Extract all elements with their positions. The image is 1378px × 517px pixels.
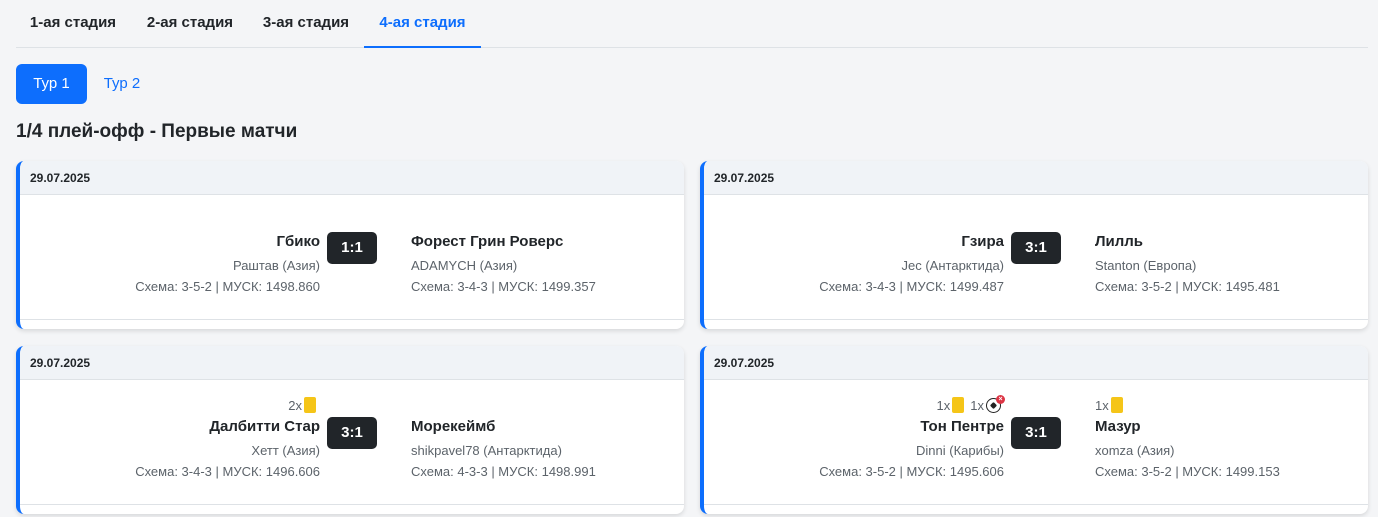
away-manager: xomza (Азия) bbox=[1095, 443, 1175, 458]
away-manager: ADAMYCH (Азия) bbox=[411, 258, 518, 273]
away-scheme: Схема: 3-5-2 | МУСК: 1495.481 bbox=[1095, 279, 1280, 294]
match-score[interactable]: 1:1 bbox=[327, 232, 377, 264]
away-team: Форест Грин Роверс ADAMYCH (Азия) Схема:… bbox=[411, 161, 684, 319]
home-scheme: Схема: 3-5-2 | МУСК: 1498.860 bbox=[135, 279, 320, 294]
tab-stage-3[interactable]: 3-ая стадия bbox=[248, 0, 364, 48]
home-team: Гбико Раштав (Азия) Схема: 3-5-2 | МУСК:… bbox=[20, 161, 320, 319]
away-team: Лилль Stanton (Европа) Схема: 3-5-2 | МУ… bbox=[1095, 161, 1368, 319]
card-divider bbox=[704, 504, 1368, 505]
home-team-name[interactable]: Гзира bbox=[704, 233, 1004, 250]
away-scheme: Схема: 3-4-3 | МУСК: 1499.357 bbox=[411, 279, 596, 294]
round-tab-1[interactable]: Тур 1 bbox=[16, 64, 87, 104]
away-team: Морекеймб shikpavel78 (Антарктида) Схема… bbox=[411, 346, 684, 504]
away-events: 1x bbox=[1095, 396, 1368, 414]
round-tab-2[interactable]: Тур 2 bbox=[89, 64, 155, 104]
home-team: 2x Далбитти Стар Хетт (Азия) Схема: 3-4-… bbox=[20, 346, 320, 504]
match-card[interactable]: 29.07.2025 2x Далбитти Стар Хетт (Азия) … bbox=[16, 346, 684, 514]
event-count: 2x bbox=[288, 397, 302, 413]
section-title: 1/4 плей-офф - Первые матчи bbox=[16, 121, 298, 142]
yellow-card-icon bbox=[304, 397, 316, 413]
home-events: 1x 1x × bbox=[704, 395, 1005, 414]
tab-stage-1[interactable]: 1-ая стадия bbox=[16, 0, 130, 48]
card-divider bbox=[20, 504, 684, 505]
away-scheme: Схема: 3-5-2 | МУСК: 1499.153 bbox=[1095, 464, 1280, 479]
missed-penalty-icon: × bbox=[986, 395, 1005, 414]
match-score[interactable]: 3:1 bbox=[1011, 232, 1061, 264]
away-team: 1x Мазур xomza (Азия) Схема: 3-5-2 | МУС… bbox=[1095, 346, 1368, 504]
event-count: 1x bbox=[1095, 397, 1109, 413]
home-team-name[interactable]: Тон Пентре bbox=[704, 418, 1004, 435]
away-team-name[interactable]: Лилль bbox=[1095, 233, 1368, 250]
yellow-card-icon bbox=[952, 397, 965, 413]
match-score[interactable]: 3:1 bbox=[327, 417, 377, 449]
home-manager: Хетт (Азия) bbox=[251, 443, 320, 458]
home-events: 2x bbox=[20, 396, 320, 414]
home-team-name[interactable]: Далбитти Стар bbox=[20, 418, 320, 435]
home-team: 1x 1x × Тон Пентре Dinni (Карибы) Схема:… bbox=[704, 346, 1005, 504]
home-manager: Раштав (Азия) bbox=[232, 258, 320, 273]
tab-stage-4[interactable]: 4-ая стадия bbox=[364, 0, 481, 48]
home-team-name[interactable]: Гбико bbox=[20, 233, 320, 250]
away-team-name[interactable]: Форест Грин Роверс bbox=[411, 233, 684, 250]
card-divider bbox=[20, 319, 684, 320]
home-scheme: Схема: 3-5-2 | МУСК: 1495.606 bbox=[819, 464, 1004, 479]
away-manager: Stanton (Европа) bbox=[1095, 258, 1197, 273]
match-score[interactable]: 3:1 bbox=[1011, 417, 1061, 449]
stage-tabs: 1-ая стадия 2-ая стадия 3-ая стадия 4-ая… bbox=[16, 0, 1368, 48]
home-scheme: Схема: 3-4-3 | МУСК: 1496.606 bbox=[135, 464, 320, 479]
home-scheme: Схема: 3-4-3 | МУСК: 1499.487 bbox=[819, 279, 1004, 294]
tab-stage-2[interactable]: 2-ая стадия bbox=[132, 0, 248, 48]
home-team: Гзира Jec (Антарктида) Схема: 3-4-3 | МУ… bbox=[704, 161, 1004, 319]
match-card[interactable]: 29.07.2025 Гбико Раштав (Азия) Схема: 3-… bbox=[16, 161, 684, 329]
yellow-card-icon bbox=[1110, 397, 1123, 413]
away-team-name[interactable]: Морекеймб bbox=[411, 418, 684, 435]
away-manager: shikpavel78 (Антарктида) bbox=[411, 443, 562, 458]
card-divider bbox=[704, 319, 1368, 320]
away-scheme: Схема: 4-3-3 | МУСК: 1498.991 bbox=[411, 464, 596, 479]
event-count: 1x bbox=[970, 397, 984, 413]
home-manager: Jec (Антарктида) bbox=[901, 258, 1004, 273]
match-card[interactable]: 29.07.2025 Гзира Jec (Антарктида) Схема:… bbox=[700, 161, 1368, 329]
event-count: 1x bbox=[936, 397, 951, 413]
home-manager: Dinni (Карибы) bbox=[916, 443, 1004, 458]
match-card[interactable]: 29.07.2025 1x 1x × Тон Пентре Dinni (Кар… bbox=[700, 346, 1368, 514]
away-team-name[interactable]: Мазур bbox=[1095, 418, 1368, 435]
